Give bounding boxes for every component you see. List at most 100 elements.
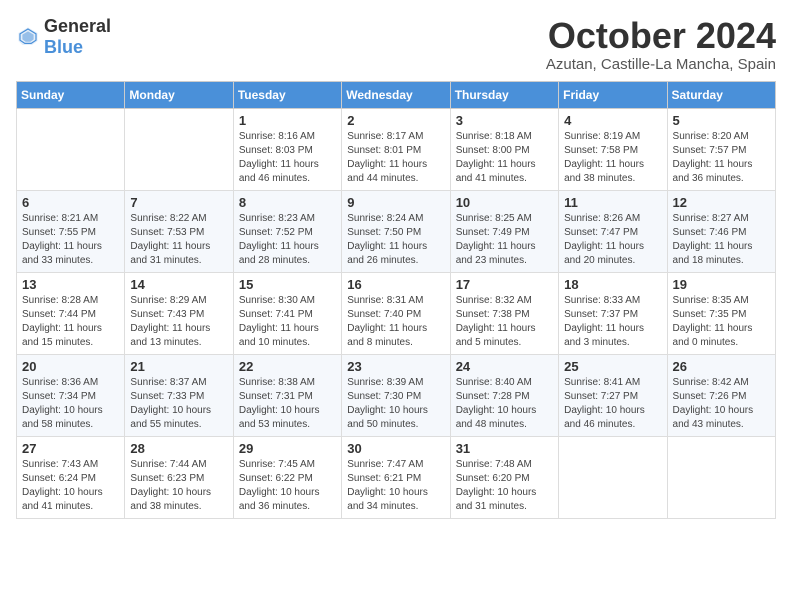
calendar-cell — [667, 436, 775, 518]
cell-text: Sunrise: 8:16 AM Sunset: 8:03 PM Dayligh… — [239, 130, 336, 186]
calendar-week-row: 6Sunrise: 8:21 AM Sunset: 7:55 PM Daylig… — [17, 190, 776, 272]
calendar-cell: 10Sunrise: 8:25 AM Sunset: 7:49 PM Dayli… — [450, 190, 558, 272]
day-number: 14 — [130, 277, 227, 292]
calendar-cell: 7 Sunrise: 8:22 AM Sunset: 7:53 PM Daylig… — [125, 190, 233, 272]
day-number: 1 — [239, 113, 336, 128]
calendar-cell: 8 Sunrise: 8:23 AM Sunset: 7:52 PM Daylig… — [233, 190, 341, 272]
calendar-cell: 18Sunrise: 8:33 AM Sunset: 7:37 PM Dayli… — [559, 272, 667, 354]
day-header-monday: Monday — [125, 81, 233, 108]
calendar-cell: 30 Sunrise: 7:47 AM Sunset: 6:21 PM Dayli… — [342, 436, 450, 518]
cell-text: Sunrise: 8:28 AM Sunset: 7:44 PM Dayligh… — [22, 294, 119, 350]
day-number: 15 — [239, 277, 336, 292]
cell-text: Sunrise: 8:41 AM Sunset: 7:27 PM Dayligh… — [564, 376, 661, 432]
day-number: 11 — [564, 195, 661, 210]
day-header-thursday: Thursday — [450, 81, 558, 108]
calendar-body: 1 Sunrise: 8:16 AM Sunset: 8:03 PM Daylig… — [17, 108, 776, 518]
cell-text: Sunrise: 8:24 AM Sunset: 7:50 PM Dayligh… — [347, 212, 444, 268]
cell-text: Sunrise: 7:45 AM Sunset: 6:22 PM Dayligh… — [239, 458, 336, 514]
calendar-cell: 4Sunrise: 8:19 AM Sunset: 7:58 PM Daylig… — [559, 108, 667, 190]
calendar-header-row: SundayMondayTuesdayWednesdayThursdayFrid… — [17, 81, 776, 108]
day-number: 31 — [456, 441, 553, 456]
cell-text: Sunrise: 7:47 AM Sunset: 6:21 PM Dayligh… — [347, 458, 444, 514]
title-area: October 2024 Azutan, Castille-La Mancha,… — [546, 16, 776, 73]
calendar-cell: 19Sunrise: 8:35 AM Sunset: 7:35 PM Dayli… — [667, 272, 775, 354]
cell-text: Sunrise: 8:39 AM Sunset: 7:30 PM Dayligh… — [347, 376, 444, 432]
day-number: 29 — [239, 441, 336, 456]
cell-text: Sunrise: 8:27 AM Sunset: 7:46 PM Dayligh… — [673, 212, 770, 268]
calendar-cell: 12 Sunrise: 8:27 AM Sunset: 7:46 PM Dayli… — [667, 190, 775, 272]
day-number: 13 — [22, 277, 119, 292]
calendar-cell: 26Sunrise: 8:42 AM Sunset: 7:26 PM Dayli… — [667, 354, 775, 436]
day-header-saturday: Saturday — [667, 81, 775, 108]
logo-icon — [16, 25, 40, 49]
day-number: 23 — [347, 359, 444, 374]
day-number: 22 — [239, 359, 336, 374]
calendar-cell: 16 Sunrise: 8:31 AM Sunset: 7:40 PM Dayli… — [342, 272, 450, 354]
cell-text: Sunrise: 8:37 AM Sunset: 7:33 PM Dayligh… — [130, 376, 227, 432]
day-header-friday: Friday — [559, 81, 667, 108]
cell-text: Sunrise: 8:42 AM Sunset: 7:26 PM Dayligh… — [673, 376, 770, 432]
calendar-week-row: 1 Sunrise: 8:16 AM Sunset: 8:03 PM Daylig… — [17, 108, 776, 190]
day-number: 2 — [347, 113, 444, 128]
calendar-cell: 17Sunrise: 8:32 AM Sunset: 7:38 PM Dayli… — [450, 272, 558, 354]
cell-text: Sunrise: 8:29 AM Sunset: 7:43 PM Dayligh… — [130, 294, 227, 350]
cell-text: Sunrise: 8:26 AM Sunset: 7:47 PM Dayligh… — [564, 212, 661, 268]
day-number: 30 — [347, 441, 444, 456]
day-number: 25 — [564, 359, 661, 374]
day-header-tuesday: Tuesday — [233, 81, 341, 108]
cell-text: Sunrise: 7:44 AM Sunset: 6:23 PM Dayligh… — [130, 458, 227, 514]
logo-text: General Blue — [44, 16, 111, 58]
day-number: 8 — [239, 195, 336, 210]
calendar-cell: 24Sunrise: 8:40 AM Sunset: 7:28 PM Dayli… — [450, 354, 558, 436]
logo-general: General — [44, 16, 111, 36]
calendar-week-row: 13 Sunrise: 8:28 AM Sunset: 7:44 PM Dayli… — [17, 272, 776, 354]
calendar-cell — [17, 108, 125, 190]
day-number: 20 — [22, 359, 119, 374]
cell-text: Sunrise: 8:18 AM Sunset: 8:00 PM Dayligh… — [456, 130, 553, 186]
day-number: 9 — [347, 195, 444, 210]
day-number: 7 — [130, 195, 227, 210]
calendar-cell: 9 Sunrise: 8:24 AM Sunset: 7:50 PM Daylig… — [342, 190, 450, 272]
calendar-cell: 14 Sunrise: 8:29 AM Sunset: 7:43 PM Dayli… — [125, 272, 233, 354]
logo: General Blue — [16, 16, 111, 58]
calendar-cell: 2 Sunrise: 8:17 AM Sunset: 8:01 PM Daylig… — [342, 108, 450, 190]
day-number: 5 — [673, 113, 770, 128]
calendar-cell: 21 Sunrise: 8:37 AM Sunset: 7:33 PM Dayli… — [125, 354, 233, 436]
day-number: 4 — [564, 113, 661, 128]
cell-text: Sunrise: 8:36 AM Sunset: 7:34 PM Dayligh… — [22, 376, 119, 432]
calendar-cell: 22Sunrise: 8:38 AM Sunset: 7:31 PM Dayli… — [233, 354, 341, 436]
calendar-week-row: 20 Sunrise: 8:36 AM Sunset: 7:34 PM Dayli… — [17, 354, 776, 436]
day-number: 18 — [564, 277, 661, 292]
calendar-cell: 25 Sunrise: 8:41 AM Sunset: 7:27 PM Dayli… — [559, 354, 667, 436]
cell-text: Sunrise: 8:22 AM Sunset: 7:53 PM Dayligh… — [130, 212, 227, 268]
day-number: 21 — [130, 359, 227, 374]
day-number: 12 — [673, 195, 770, 210]
cell-text: Sunrise: 7:43 AM Sunset: 6:24 PM Dayligh… — [22, 458, 119, 514]
logo-blue: Blue — [44, 37, 83, 57]
calendar-table: SundayMondayTuesdayWednesdayThursdayFrid… — [16, 81, 776, 519]
cell-text: Sunrise: 8:30 AM Sunset: 7:41 PM Dayligh… — [239, 294, 336, 350]
calendar-cell: 28 Sunrise: 7:44 AM Sunset: 6:23 PM Dayli… — [125, 436, 233, 518]
calendar-cell: 15 Sunrise: 8:30 AM Sunset: 7:41 PM Dayli… — [233, 272, 341, 354]
day-header-wednesday: Wednesday — [342, 81, 450, 108]
cell-text: Sunrise: 7:48 AM Sunset: 6:20 PM Dayligh… — [456, 458, 553, 514]
day-number: 28 — [130, 441, 227, 456]
cell-text: Sunrise: 8:31 AM Sunset: 7:40 PM Dayligh… — [347, 294, 444, 350]
calendar-cell — [125, 108, 233, 190]
calendar-cell: 13 Sunrise: 8:28 AM Sunset: 7:44 PM Dayli… — [17, 272, 125, 354]
day-number: 6 — [22, 195, 119, 210]
cell-text: Sunrise: 8:32 AM Sunset: 7:38 PM Dayligh… — [456, 294, 553, 350]
cell-text: Sunrise: 8:17 AM Sunset: 8:01 PM Dayligh… — [347, 130, 444, 186]
cell-text: Sunrise: 8:23 AM Sunset: 7:52 PM Dayligh… — [239, 212, 336, 268]
cell-text: Sunrise: 8:35 AM Sunset: 7:35 PM Dayligh… — [673, 294, 770, 350]
cell-text: Sunrise: 8:20 AM Sunset: 7:57 PM Dayligh… — [673, 130, 770, 186]
day-header-sunday: Sunday — [17, 81, 125, 108]
calendar-cell: 1 Sunrise: 8:16 AM Sunset: 8:03 PM Daylig… — [233, 108, 341, 190]
cell-text: Sunrise: 8:25 AM Sunset: 7:49 PM Dayligh… — [456, 212, 553, 268]
calendar-cell: 20 Sunrise: 8:36 AM Sunset: 7:34 PM Dayli… — [17, 354, 125, 436]
day-number: 16 — [347, 277, 444, 292]
calendar-cell: 27Sunrise: 7:43 AM Sunset: 6:24 PM Dayli… — [17, 436, 125, 518]
day-number: 3 — [456, 113, 553, 128]
calendar-cell: 31 Sunrise: 7:48 AM Sunset: 6:20 PM Dayli… — [450, 436, 558, 518]
page-header: General Blue October 2024 Azutan, Castil… — [16, 16, 776, 73]
